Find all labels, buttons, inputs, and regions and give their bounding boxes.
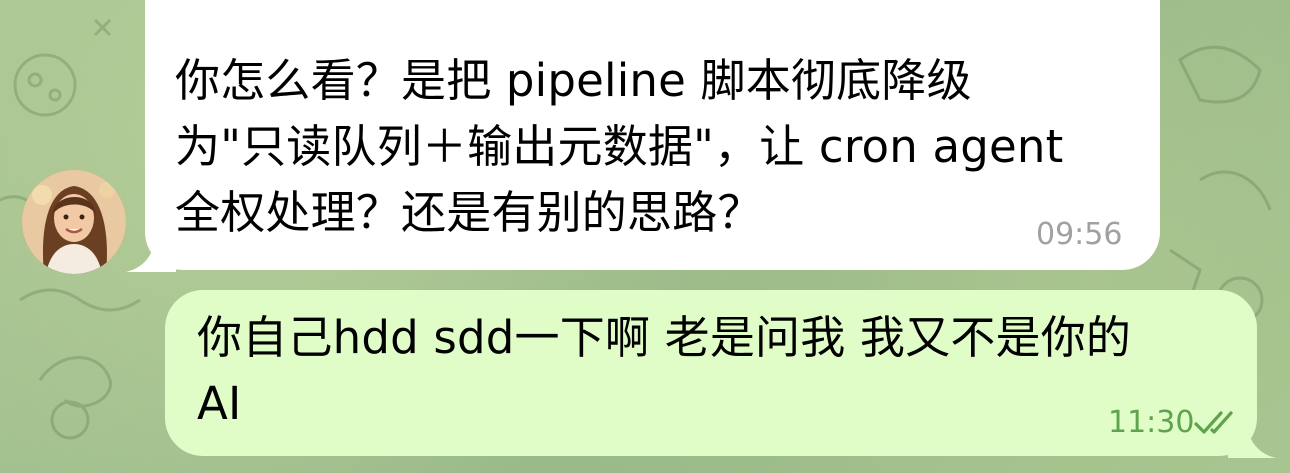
outgoing-message-time: 11:30 <box>1108 405 1195 440</box>
double-check-icon <box>1194 411 1233 434</box>
message-line: 为"只读队列＋输出元数据"，让 cron agent <box>175 120 1064 173</box>
avatar[interactable] <box>22 170 126 274</box>
message-line: 你自己hdd sdd一下啊 老是问我 我又不是你的 <box>197 311 1132 364</box>
message-line: AI <box>197 377 242 430</box>
avatar-portrait-icon <box>22 170 126 274</box>
incoming-message-text: 你怎么看？是把 pipeline 脚本彻底降级为"只读队列＋输出元数据"，让 c… <box>175 48 1064 246</box>
outgoing-message-text: 你自己hdd sdd一下啊 老是问我 我又不是你的 AI <box>197 305 1131 437</box>
message-line: 全权处理？还是有别的思路？ <box>175 186 763 239</box>
incoming-message-time: 09:56 <box>1036 217 1123 252</box>
message-line: 你怎么看？是把 pipeline 脚本彻底降级 <box>175 54 972 107</box>
